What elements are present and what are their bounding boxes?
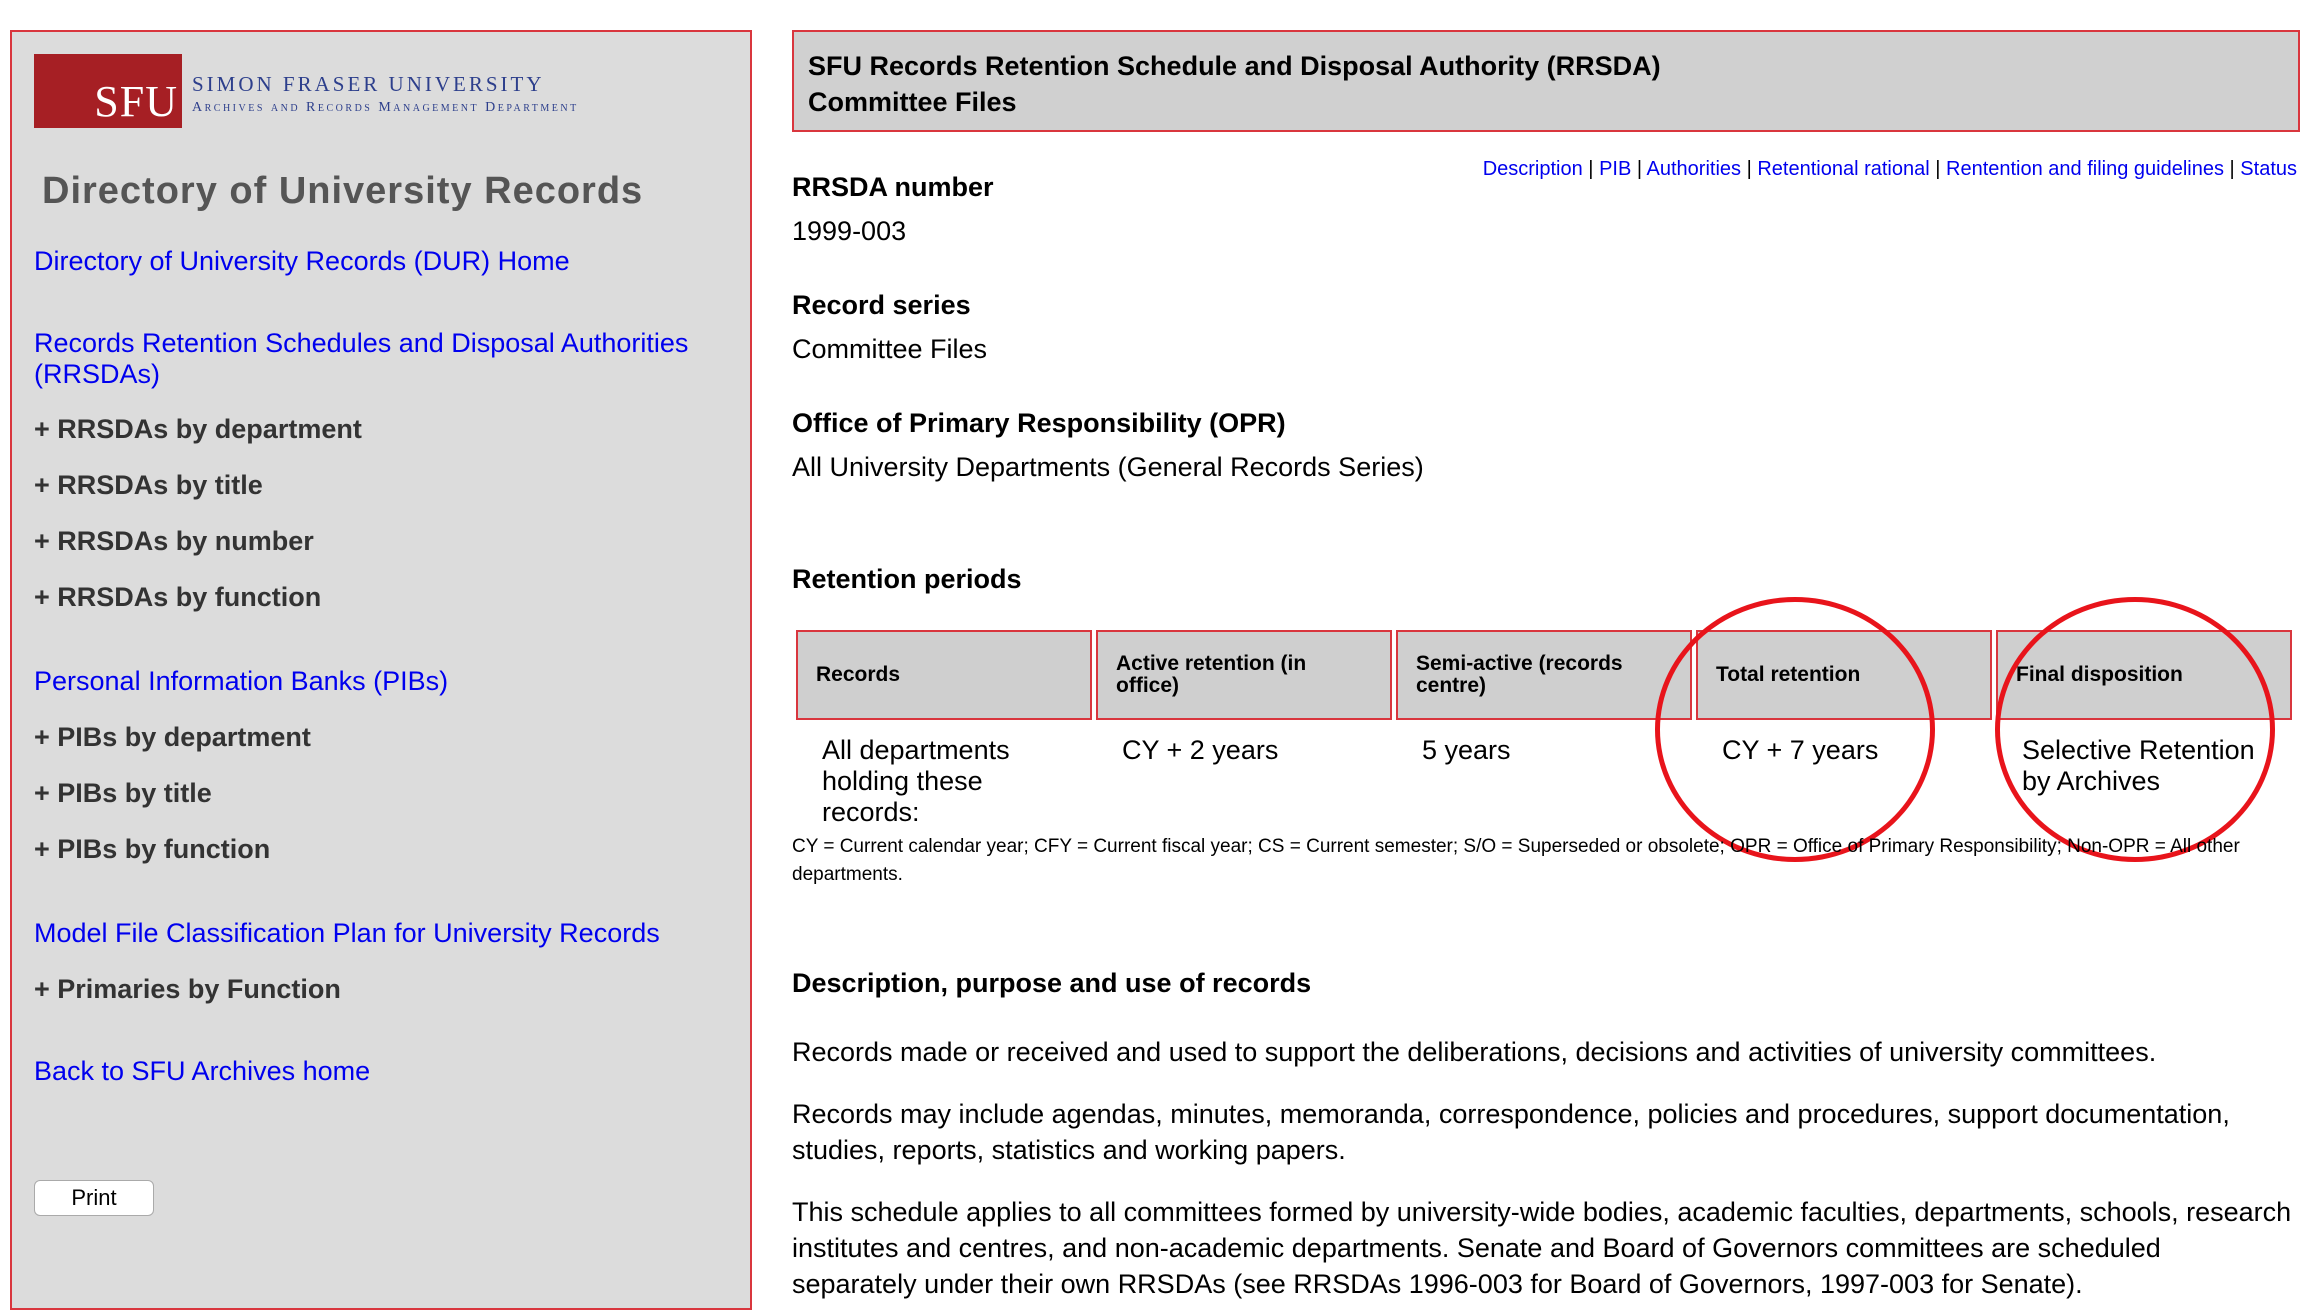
- dur-home-link[interactable]: Directory of University Records (DUR) Ho…: [34, 246, 570, 277]
- cell-semi-active: 5 years: [1422, 735, 1511, 765]
- opr-label: Office of Primary Responsibility (OPR): [792, 408, 1286, 438]
- highlight-circle-final: [1995, 597, 2275, 862]
- authorities-link[interactable]: Authorities: [1647, 158, 1742, 180]
- record-series-value: Committee Files: [792, 334, 988, 364]
- col-header-records: Records: [796, 630, 1092, 720]
- university-name: SIMON FRASER UNIVERSITY: [192, 72, 545, 96]
- description-paragraph-3: This schedule applies to all committees …: [792, 1197, 2292, 1299]
- status-link[interactable]: Status: [2240, 158, 2297, 180]
- retention-rational-link[interactable]: Retentional rational: [1757, 158, 1929, 180]
- description-paragraph-2: Records may include agendas, minutes, me…: [792, 1099, 2230, 1165]
- description-link[interactable]: Description: [1483, 158, 1583, 180]
- col-header-active: Active retention (in office): [1096, 630, 1392, 720]
- section-links: Description | PIB | Authorities | Retent…: [1482, 158, 2297, 180]
- sfu-logo-mark: SFU: [34, 54, 182, 128]
- rrsda-number-value: 1999-003: [792, 216, 907, 246]
- rrsdas-link[interactable]: Records Retention Schedules and Disposal…: [34, 328, 714, 390]
- archives-home-link[interactable]: Back to SFU Archives home: [34, 1056, 370, 1087]
- description-heading: Description, purpose and use of records: [792, 968, 1312, 998]
- pibs-by-function[interactable]: + PIBs by function: [34, 834, 270, 865]
- primaries-by-function[interactable]: + Primaries by Function: [34, 974, 341, 1005]
- sfu-logo[interactable]: SFU SIMON FRASER UNIVERSITY Archives and…: [34, 54, 746, 132]
- pibs-link[interactable]: Personal Information Banks (PIBs): [34, 666, 448, 697]
- directory-title: Directory of University Records: [42, 170, 644, 212]
- model-plan-link[interactable]: Model File Classification Plan for Unive…: [34, 918, 660, 949]
- sidebar: SFU SIMON FRASER UNIVERSITY Archives and…: [10, 30, 752, 1310]
- description-paragraph-1: Records made or received and used to sup…: [792, 1037, 2157, 1067]
- rrsdas-by-function[interactable]: + RRSDAs by function: [34, 582, 321, 613]
- pibs-by-department[interactable]: + PIBs by department: [34, 722, 311, 753]
- cell-records: All departments holding these records:: [822, 735, 1010, 827]
- page-header: SFU Records Retention Schedule and Dispo…: [792, 30, 2300, 132]
- pib-link[interactable]: PIB: [1599, 158, 1631, 180]
- print-button[interactable]: Print: [34, 1180, 154, 1216]
- logo-text: SFU: [94, 77, 178, 126]
- opr-value: All University Departments (General Reco…: [792, 452, 1424, 482]
- page-title: SFU Records Retention Schedule and Dispo…: [808, 51, 1661, 81]
- record-series-label: Record series: [792, 290, 971, 320]
- rrsdas-by-title[interactable]: + RRSDAs by title: [34, 470, 263, 501]
- retention-heading: Retention periods: [792, 564, 1022, 594]
- rrsdas-by-department[interactable]: + RRSDAs by department: [34, 414, 362, 445]
- col-header-semi-active: Semi-active (records centre): [1396, 630, 1692, 720]
- highlight-circle-total: [1655, 597, 1935, 862]
- page-subtitle: Committee Files: [808, 87, 1017, 117]
- abbreviation-legend: CY = Current calendar year; CFY = Curren…: [792, 836, 2240, 885]
- cell-active: CY + 2 years: [1122, 735, 1279, 765]
- pibs-by-title[interactable]: + PIBs by title: [34, 778, 212, 809]
- department-name: Archives and Records Management Departme…: [192, 100, 579, 115]
- rrsdas-by-number[interactable]: + RRSDAs by number: [34, 526, 314, 557]
- filing-guidelines-link[interactable]: Rentention and filing guidelines: [1946, 158, 2224, 180]
- rrsda-number-label: RRSDA number: [792, 172, 994, 202]
